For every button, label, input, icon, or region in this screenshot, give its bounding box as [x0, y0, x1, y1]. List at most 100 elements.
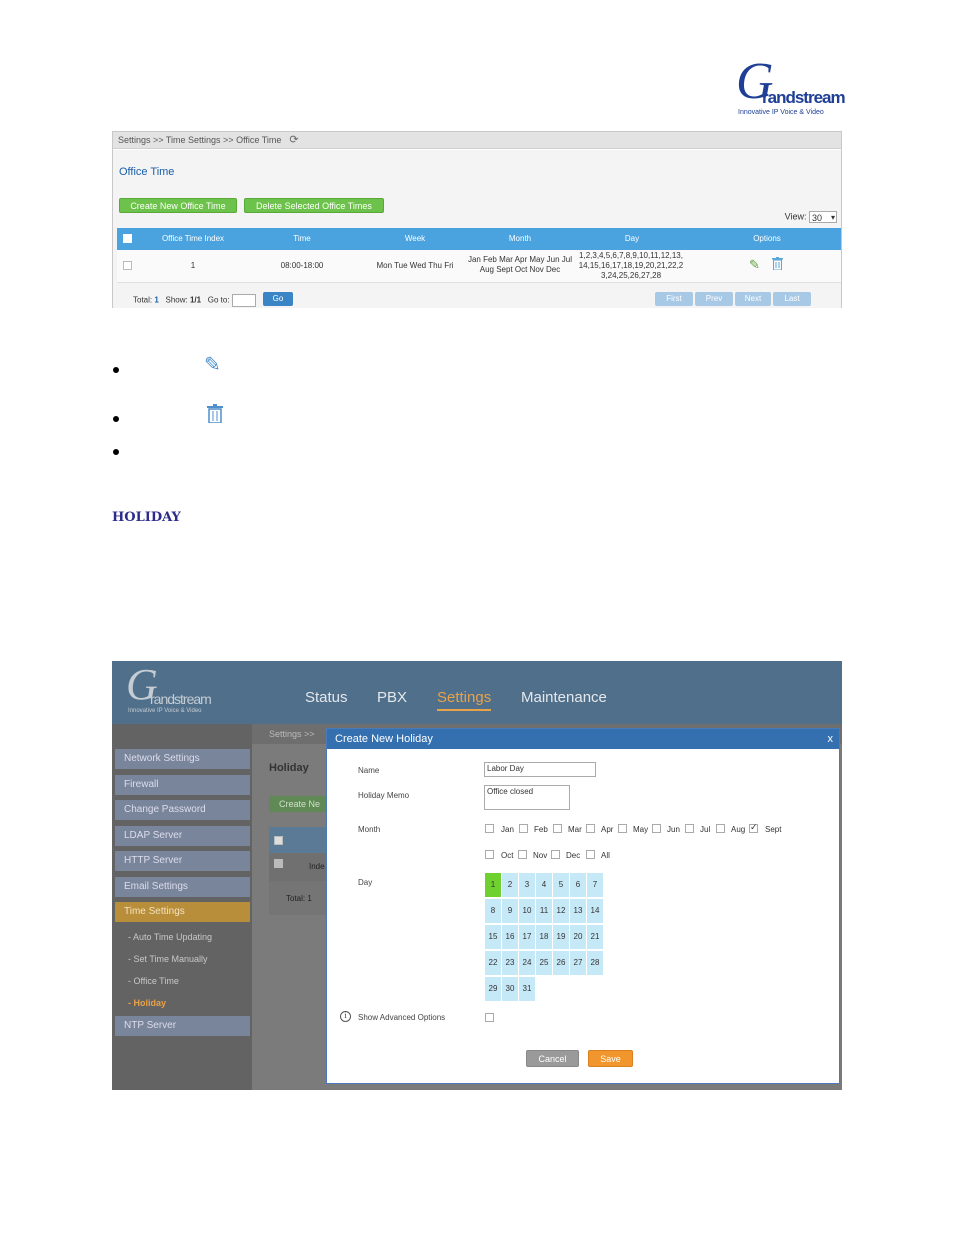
holiday-screenshot: G randstream Innovative IP Voice & Video…	[112, 661, 842, 1090]
day-cell-31[interactable]: 31	[519, 977, 535, 1001]
nav-settings[interactable]: Settings	[437, 689, 492, 711]
month-checkbox-apr[interactable]	[586, 824, 595, 833]
day-cell-30[interactable]: 30	[502, 977, 518, 1001]
month-label-may: May	[633, 825, 649, 834]
sidebar-item-email-settings[interactable]: Email Settings	[115, 877, 250, 897]
section-heading: HOLIDAY	[112, 510, 181, 525]
select-all-checkbox[interactable]	[123, 234, 132, 243]
day-cell-18[interactable]: 18	[536, 925, 552, 949]
select-all-checkbox[interactable]	[274, 836, 283, 845]
day-cell-8[interactable]: 8	[485, 899, 501, 923]
month-label-mar: Mar	[568, 825, 582, 834]
delete-trash-icon[interactable]	[772, 257, 783, 273]
bullet	[113, 416, 119, 422]
month-checkbox-sept[interactable]	[749, 822, 758, 833]
sidebar-item-firewall[interactable]: Firewall	[115, 775, 250, 795]
day-cell-27[interactable]: 27	[570, 951, 586, 975]
day-cell-10[interactable]: 10	[519, 899, 535, 923]
refresh-icon[interactable]: ⟳	[289, 132, 298, 149]
day-cell-3[interactable]: 3	[519, 873, 535, 897]
day-cell-13[interactable]: 13	[570, 899, 586, 923]
day-cell-22[interactable]: 22	[485, 951, 501, 975]
month-label-dec: Dec	[566, 851, 581, 860]
sidebar-item-network-settings[interactable]: Network Settings	[115, 749, 250, 769]
sidebar-subitem-office-time[interactable]: - Office Time	[128, 976, 179, 986]
month-checkbox-dec[interactable]	[551, 850, 560, 859]
first-page-button[interactable]: First	[655, 292, 693, 306]
goto-input[interactable]	[231, 294, 256, 307]
sidebar-item-http-server[interactable]: HTTP Server	[115, 851, 250, 871]
day-cell-15[interactable]: 15	[485, 925, 501, 949]
month-checkbox-nov[interactable]	[518, 850, 527, 859]
day-cell-2[interactable]: 2	[502, 873, 518, 897]
edit-pencil-icon[interactable]: ✎	[749, 257, 760, 273]
cancel-button[interactable]: Cancel	[526, 1050, 579, 1067]
day-cell-29[interactable]: 29	[485, 977, 501, 1001]
day-cell-9[interactable]: 9	[502, 899, 518, 923]
sidebar-subitem-set-time[interactable]: - Set Time Manually	[128, 954, 208, 964]
month-checkbox-mar[interactable]	[553, 824, 562, 833]
sidebar-item-ldap-server[interactable]: LDAP Server	[115, 826, 250, 846]
day-cell-21[interactable]: 21	[587, 925, 603, 949]
last-page-button[interactable]: Last	[773, 292, 811, 306]
table-header: Office Time Index Time Week Month Day Op…	[117, 228, 841, 250]
sidebar-item-time-settings[interactable]: Time Settings	[115, 902, 250, 922]
month-checkbox-oct[interactable]	[485, 850, 494, 859]
advanced-options-label: Show Advanced Options	[358, 1013, 446, 1022]
sidebar-item-ntp-server[interactable]: NTP Server	[115, 1016, 250, 1036]
month-checkbox-may[interactable]	[618, 824, 627, 833]
sidebar-item-change-password[interactable]: Change Password	[115, 800, 250, 820]
month-checkbox-aug[interactable]	[716, 824, 725, 833]
delete-office-times-button[interactable]: Delete Selected Office Times	[244, 198, 384, 213]
save-button[interactable]: Save	[588, 1050, 633, 1067]
day-cell-6[interactable]: 6	[570, 873, 586, 897]
next-page-button[interactable]: Next	[735, 292, 771, 306]
day-cell-20[interactable]: 20	[570, 925, 586, 949]
day-cell-4[interactable]: 4	[536, 873, 552, 897]
day-cell-7[interactable]: 7	[587, 873, 603, 897]
close-icon[interactable]: x	[828, 729, 834, 749]
day-cell-23[interactable]: 23	[502, 951, 518, 975]
month-label-nov: Nov	[533, 851, 548, 860]
nav-pbx[interactable]: PBX	[377, 689, 407, 706]
row-checkbox[interactable]	[274, 859, 283, 868]
sidebar-subitem-holiday[interactable]: - Holiday	[128, 998, 166, 1008]
day-cell-1[interactable]: 1	[485, 873, 501, 897]
create-office-time-button[interactable]: Create New Office Time	[119, 198, 237, 213]
day-cell-14[interactable]: 14	[587, 899, 603, 923]
day-cell-24[interactable]: 24	[519, 951, 535, 975]
page-title: Office Time	[119, 166, 175, 178]
month-checkbox-all[interactable]	[586, 850, 595, 859]
nav-status[interactable]: Status	[305, 689, 348, 706]
month-checkbox-jun[interactable]	[652, 824, 661, 833]
table-footer: Total: 1 Show: 1/1 Go to:	[133, 294, 256, 307]
view-selector[interactable]: View: 30	[785, 211, 837, 224]
month-checkbox-feb[interactable]	[519, 824, 528, 833]
create-holiday-button[interactable]: Create Ne	[269, 796, 329, 812]
table-row: Inde	[269, 853, 329, 881]
day-cell-28[interactable]: 28	[587, 951, 603, 975]
month-checkbox-jul[interactable]	[685, 824, 694, 833]
go-button[interactable]: Go	[263, 292, 293, 306]
day-cell-5[interactable]: 5	[553, 873, 569, 897]
month-label-sept: Sept	[765, 825, 782, 834]
month-label-jul: Jul	[700, 825, 711, 834]
row-checkbox[interactable]	[123, 261, 132, 270]
day-cell-19[interactable]: 19	[553, 925, 569, 949]
nav-maintenance[interactable]: Maintenance	[521, 689, 607, 706]
month-label-oct: Oct	[501, 851, 514, 860]
day-cell-12[interactable]: 12	[553, 899, 569, 923]
sidebar-subitem-auto-time[interactable]: - Auto Time Updating	[128, 932, 212, 942]
month-checkbox-jan[interactable]	[485, 824, 494, 833]
advanced-options-checkbox[interactable]	[485, 1013, 494, 1022]
table-footer: Total: 1	[269, 881, 329, 915]
day-cell-11[interactable]: 11	[536, 899, 552, 923]
bullet	[113, 449, 119, 455]
prev-page-button[interactable]: Prev	[695, 292, 733, 306]
day-cell-25[interactable]: 25	[536, 951, 552, 975]
name-field[interactable]: Labor Day	[484, 762, 596, 777]
day-cell-26[interactable]: 26	[553, 951, 569, 975]
day-cell-16[interactable]: 16	[502, 925, 518, 949]
day-cell-17[interactable]: 17	[519, 925, 535, 949]
memo-field[interactable]: Office closed	[484, 785, 570, 810]
